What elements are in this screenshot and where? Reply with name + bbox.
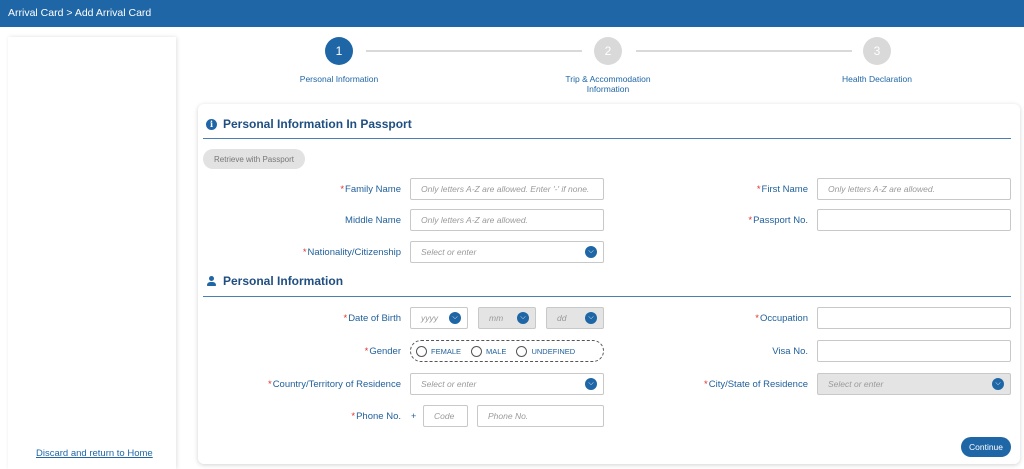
visa-no-label: Visa No. — [772, 346, 808, 357]
country-residence-placeholder: Select or enter — [421, 379, 477, 389]
passport-section-title: i Personal Information In Passport — [206, 117, 412, 131]
nationality-select[interactable]: Select or enter ⌵ — [410, 241, 604, 263]
continue-button[interactable]: Continue — [961, 437, 1011, 457]
gender-female-radio[interactable]: FEMALE — [416, 345, 461, 357]
step-2-label: Trip & Accommodation Information — [548, 74, 668, 94]
breadcrumb: Arrival Card > Add Arrival Card — [8, 7, 152, 19]
dob-label: *Date of Birth — [343, 313, 401, 324]
city-residence-placeholder: Select or enter — [828, 379, 884, 389]
phone-code-input[interactable] — [423, 405, 468, 427]
section-divider — [203, 296, 1011, 297]
top-bar: Arrival Card > Add Arrival Card — [0, 0, 1024, 27]
chevron-down-icon: ⌵ — [585, 246, 597, 258]
step-2-label-line2: Information — [586, 84, 630, 94]
chevron-down-icon: ⌵ — [585, 312, 597, 324]
gender-undefined-radio[interactable]: UNDEFINED — [516, 345, 575, 357]
family-name-label: *Family Name — [340, 184, 401, 195]
person-icon — [206, 275, 217, 287]
dob-month-placeholder: mm — [489, 313, 504, 323]
country-residence-select[interactable]: Select or enter ⌵ — [410, 373, 604, 395]
sidebar — [8, 37, 176, 469]
dob-year-select[interactable]: yyyy ⌵ — [410, 307, 468, 329]
gender-label: *Gender — [364, 346, 401, 357]
first-name-input[interactable] — [817, 178, 1011, 200]
step-3-circle[interactable]: 3 — [863, 37, 891, 65]
radio-circle-icon — [416, 345, 427, 357]
passport-no-label: *Passport No. — [748, 215, 808, 226]
dob-year-placeholder: yyyy — [421, 313, 438, 323]
phone-number-input[interactable] — [477, 405, 604, 427]
radio-circle-icon — [471, 345, 483, 357]
nationality-label: *Nationality/Citizenship — [302, 247, 401, 258]
dob-month-select[interactable]: mm ⌵ — [478, 307, 536, 329]
phone-label: *Phone No. — [351, 411, 401, 422]
passport-no-input[interactable] — [817, 209, 1011, 231]
gender-radio-group: FEMALE MALE UNDEFINED — [410, 340, 604, 362]
occupation-label: *Occupation — [755, 313, 808, 324]
middle-name-label: Middle Name — [345, 215, 401, 226]
step-1-label: Personal Information — [299, 74, 379, 84]
occupation-input[interactable] — [817, 307, 1011, 329]
first-name-label: *First Name — [756, 184, 808, 195]
middle-name-input[interactable] — [410, 209, 604, 231]
retrieve-with-passport-button[interactable]: Retrieve with Passport — [203, 149, 305, 169]
visa-no-input[interactable] — [817, 340, 1011, 362]
discard-return-home-link[interactable]: Discard and return to Home — [36, 448, 153, 459]
dob-day-placeholder: dd — [557, 313, 567, 323]
family-name-input[interactable] — [410, 178, 604, 200]
step-3-label: Health Declaration — [842, 74, 912, 84]
chevron-down-icon: ⌵ — [449, 312, 461, 324]
step-2-label-line1: Trip & Accommodation — [565, 74, 651, 84]
step-connector-2 — [636, 50, 852, 52]
step-2-circle[interactable]: 2 — [594, 37, 622, 65]
city-residence-label: *City/State of Residence — [704, 379, 808, 390]
personal-section-title: Personal Information — [206, 274, 343, 288]
step-1-circle[interactable]: 1 — [325, 37, 353, 65]
dob-day-select[interactable]: dd ⌵ — [546, 307, 604, 329]
radio-circle-icon — [516, 345, 528, 357]
chevron-down-icon: ⌵ — [992, 378, 1004, 390]
phone-plus-prefix: + — [411, 411, 417, 421]
step-connector-1 — [366, 50, 582, 52]
city-residence-select[interactable]: Select or enter ⌵ — [817, 373, 1011, 395]
country-residence-label: *Country/Territory of Residence — [267, 379, 401, 390]
info-icon: i — [206, 118, 217, 130]
personal-section-title-text: Personal Information — [223, 274, 344, 288]
passport-section-title-text: Personal Information In Passport — [223, 117, 412, 131]
section-divider — [203, 138, 1011, 139]
chevron-down-icon: ⌵ — [585, 378, 597, 390]
chevron-down-icon: ⌵ — [517, 312, 529, 324]
nationality-placeholder: Select or enter — [421, 247, 477, 257]
gender-male-radio[interactable]: MALE — [471, 345, 506, 357]
